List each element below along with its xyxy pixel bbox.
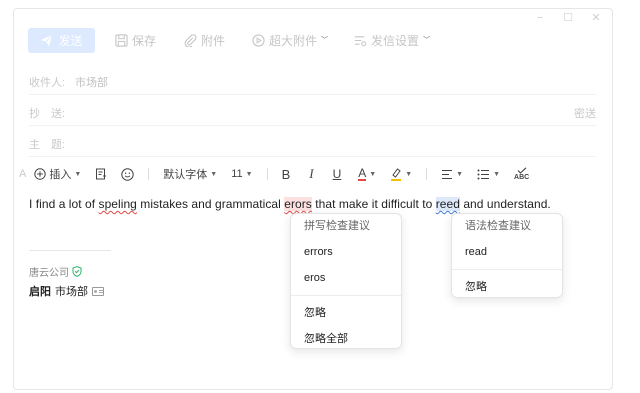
grammar-error-word-selected[interactable]: reed (435, 197, 460, 211)
toolbar-separator (266, 168, 268, 180)
body-text-segment: that make it difficult to (311, 197, 436, 211)
grammar-popup: 语法检查建议 read 忽略 (451, 213, 563, 298)
insert-button[interactable]: 插入 ▼ (34, 166, 81, 182)
close-icon[interactable]: ✕ (590, 12, 602, 24)
smiley-icon (121, 167, 134, 181)
align-left-icon (442, 169, 453, 179)
verified-shield-icon (72, 266, 82, 277)
spellcheck-icon (517, 166, 526, 174)
body-text-segment: I find a lot of (29, 197, 99, 211)
save-label: 保存 (132, 33, 157, 48)
highlight-button[interactable]: ▼ (390, 167, 412, 181)
spellcheck-label: ABC (514, 173, 530, 181)
signature-company: 唐云公司 (29, 264, 82, 279)
person-name: 启阳 (29, 286, 51, 298)
menu-divider (452, 269, 562, 270)
spelling-error-word[interactable]: speling (99, 197, 137, 211)
cc-row[interactable]: 抄 送: 密送 (29, 102, 596, 124)
bullet-list-icon (477, 169, 490, 179)
caret-down-icon: ▼ (74, 170, 82, 178)
save-icon (115, 33, 128, 47)
big-attach-label: 超大附件 (269, 33, 318, 48)
compose-toolbar: 发送 保存 附件 超大附件 ﹀ 发信设置 ﹀ (28, 27, 430, 53)
save-button[interactable]: 保存 (115, 32, 156, 49)
send-label: 发送 (58, 33, 83, 48)
chevron-down-icon: ﹀ (321, 37, 329, 44)
paper-plane-icon (41, 33, 54, 46)
suggestion-item[interactable]: errors (291, 239, 401, 265)
highlighter-icon (391, 168, 402, 181)
caret-down-icon: ▼ (493, 170, 501, 178)
person-dept: 市场部 (55, 286, 88, 298)
template-button[interactable] (95, 168, 107, 180)
chevron-down-icon: ﹀ (423, 37, 431, 44)
signature-person: 启阳 市场部 (29, 283, 104, 299)
toolbar-separator (148, 168, 150, 180)
font-size-select[interactable]: 11 ▼ (231, 168, 252, 180)
divider (29, 156, 596, 157)
toolbar-separator (426, 168, 428, 180)
list-button[interactable]: ▼ (477, 169, 500, 180)
ignore-all-item[interactable]: 忽略全部 (291, 326, 401, 352)
spellcheck-button[interactable]: ABC (514, 166, 530, 182)
spellcheck-popup: 拼写检查建议 errors eros 忽略 忽略全部 (290, 213, 402, 349)
signature-divider (29, 250, 111, 251)
bcc-link[interactable]: 密送 (574, 105, 596, 121)
divider (29, 125, 596, 126)
to-row[interactable]: 收件人: 市场部 (29, 71, 596, 93)
spelling-error-word-selected[interactable]: erors (284, 197, 312, 211)
caret-down-icon: ▼ (210, 170, 218, 178)
ignore-item[interactable]: 忽略 (452, 274, 562, 300)
font-family-value: 默认字体 (163, 169, 208, 181)
italic-button[interactable]: I (309, 166, 313, 182)
spellcheck-popup-title: 拼写检查建议 (304, 220, 370, 232)
send-button[interactable]: 发送 (28, 27, 95, 53)
body-text-segment: mistakes and grammatical (136, 197, 285, 211)
font-color-icon: A (358, 166, 367, 181)
attach-label: 附件 (201, 33, 226, 48)
send-settings-button[interactable]: 发信设置 ﹀ (354, 32, 430, 49)
grammar-popup-title: 语法检查建议 (465, 220, 531, 232)
compose-window: − ☐ ✕ 发送 保存 附件 超大附件 ﹀ 发信设置 ﹀ 收件人: 市场部 抄 … (13, 8, 613, 390)
caret-down-icon: ▼ (369, 170, 377, 178)
bold-button[interactable]: B (282, 167, 291, 182)
font-size-shrink-icon[interactable]: A (19, 168, 26, 180)
format-toolbar: A 插入 ▼ 默认字体 ▼ 11 ▼ B I U A ▼ ▼ ▼ ▼ ABC (19, 163, 543, 185)
message-body[interactable]: I find a lot of speling mistakes and gra… (29, 197, 551, 211)
underline-button[interactable]: U (333, 167, 342, 181)
settings-list-icon (354, 35, 367, 46)
font-size-value: 11 (231, 168, 243, 180)
plus-circle-icon (34, 168, 47, 180)
to-recipient[interactable]: 市场部 (75, 74, 108, 90)
divider (29, 94, 596, 95)
caret-down-icon: ▼ (245, 170, 253, 178)
font-color-button[interactable]: A ▼ (358, 167, 376, 181)
caret-down-icon: ▼ (405, 170, 413, 178)
font-family-select[interactable]: 默认字体 ▼ (163, 166, 217, 182)
menu-divider (291, 295, 401, 296)
company-name: 唐云公司 (29, 268, 69, 279)
body-text-segment: and understand. (459, 197, 551, 211)
suggestion-item[interactable]: eros (291, 265, 401, 291)
attach-button[interactable]: 附件 (184, 32, 225, 49)
paperclip-icon (184, 33, 197, 47)
big-attach-button[interactable]: 超大附件 ﹀ (252, 32, 328, 49)
window-controls: − ☐ ✕ (534, 12, 602, 24)
emoji-button[interactable] (121, 167, 134, 181)
business-card-icon[interactable] (92, 286, 104, 296)
document-edit-icon (96, 168, 107, 180)
maximize-icon[interactable]: ☐ (562, 12, 574, 24)
subject-row[interactable]: 主 题: (29, 133, 596, 155)
ignore-item[interactable]: 忽略 (291, 300, 401, 326)
minimize-icon[interactable]: − (534, 12, 546, 24)
big-attachment-icon (252, 33, 265, 47)
caret-down-icon: ▼ (456, 170, 464, 178)
send-settings-label: 发信设置 (371, 33, 420, 48)
insert-label: 插入 (49, 169, 72, 181)
cc-label: 抄 送: (29, 108, 66, 120)
to-label: 收件人: (29, 77, 66, 89)
subject-label: 主 题: (29, 139, 66, 151)
suggestion-item[interactable]: read (452, 239, 562, 265)
align-button[interactable]: ▼ (441, 169, 463, 180)
